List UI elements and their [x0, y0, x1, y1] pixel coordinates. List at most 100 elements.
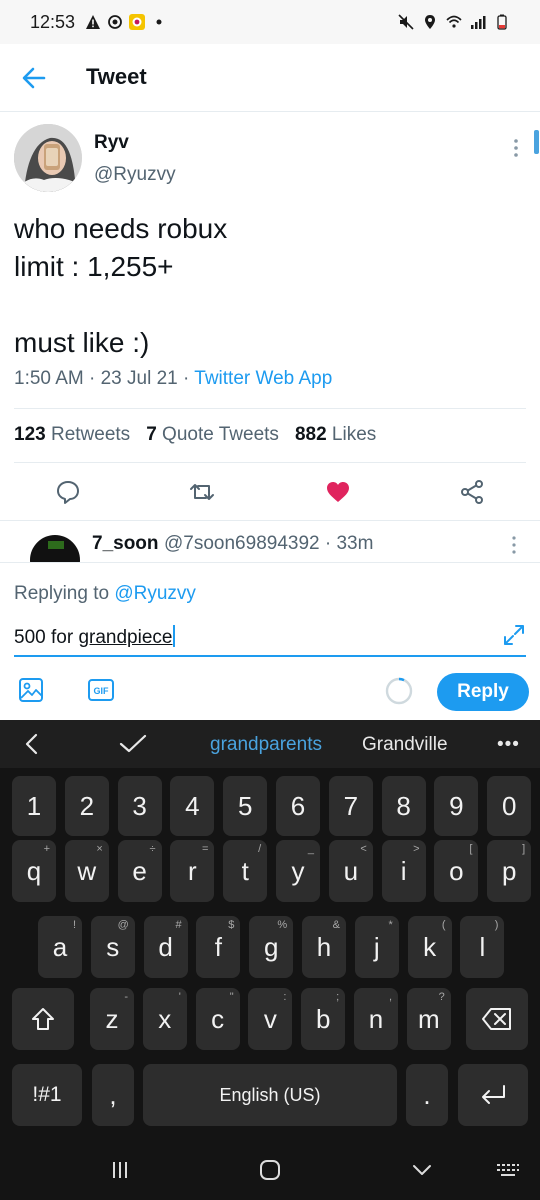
retweet-icon: [190, 484, 214, 500]
checkmark-icon[interactable]: [118, 732, 148, 756]
more-options-icon[interactable]: [510, 136, 522, 160]
reply-action-button[interactable]: [54, 478, 82, 506]
backspace-key[interactable]: [466, 988, 528, 1050]
key-e[interactable]: e ÷: [117, 840, 162, 902]
key-label: r: [188, 855, 197, 886]
comma-key[interactable]: ,: [92, 1064, 134, 1126]
reply-avatar[interactable]: [30, 535, 80, 563]
reply-button[interactable]: Reply: [437, 673, 529, 711]
key-9[interactable]: 9: [434, 776, 479, 836]
key-w[interactable]: w ×: [64, 840, 109, 902]
key-z[interactable]: z-: [90, 988, 134, 1050]
key-c[interactable]: c ": [195, 988, 240, 1050]
key-g[interactable]: g%: [249, 916, 294, 978]
retweet-action-button[interactable]: [188, 478, 216, 506]
key-label: c: [211, 1003, 225, 1034]
key-t[interactable]: t /: [223, 840, 268, 902]
more-options-icon[interactable]: [508, 535, 520, 555]
shift-key[interactable]: [12, 988, 74, 1050]
key-5[interactable]: 5: [223, 776, 268, 836]
keyboard-icon[interactable]: [496, 1158, 520, 1182]
like-action-button[interactable]: [324, 478, 352, 506]
key-a[interactable]: a!: [38, 916, 82, 978]
key-x[interactable]: x ': [142, 988, 187, 1050]
suggestion-1[interactable]: grandparents: [210, 734, 322, 756]
share-action-button[interactable]: [458, 478, 486, 506]
key-hint: -: [124, 991, 128, 1003]
chevron-down-icon[interactable]: [410, 1158, 434, 1182]
enter-icon: [482, 1085, 505, 1104]
tweet-source-link[interactable]: Twitter Web App: [194, 368, 332, 389]
key-0[interactable]: 0: [487, 776, 532, 836]
expand-icon[interactable]: [502, 623, 526, 647]
key-k[interactable]: k(: [407, 916, 452, 978]
key-n[interactable]: n,: [354, 988, 398, 1050]
key-2[interactable]: 2: [64, 776, 109, 836]
key-hint: ]: [522, 843, 526, 855]
dot-icon: [151, 14, 167, 30]
key-6[interactable]: 6: [276, 776, 320, 836]
key-3[interactable]: 3: [117, 776, 162, 836]
reply-input[interactable]: 500 for grandpiece: [14, 621, 526, 657]
gif-icon[interactable]: GIF: [88, 679, 114, 701]
image-icon[interactable]: [18, 677, 44, 703]
status-time: 12:53: [30, 11, 76, 32]
likes-stat[interactable]: 882 Likes: [295, 424, 376, 446]
reply-tweet-row[interactable]: 7_soon @7soon69894392 · 33m: [0, 521, 540, 563]
symbols-key[interactable]: !#1: [12, 1064, 82, 1126]
key-p[interactable]: p]: [487, 840, 532, 902]
key-b[interactable]: b;: [301, 988, 346, 1050]
key-hint: &: [332, 919, 340, 931]
enter-key[interactable]: [458, 1064, 528, 1126]
key-u[interactable]: u <: [328, 840, 373, 902]
key-label: q: [26, 855, 42, 886]
autocorrect-word: grandpiece: [78, 627, 173, 648]
author-handle[interactable]: @Ryuzvy: [94, 164, 176, 186]
battery-icon: [494, 14, 510, 30]
period-key[interactable]: .: [406, 1064, 448, 1126]
key-hint: >: [413, 843, 420, 855]
quote-tweets-stat[interactable]: 7 Quote Tweets: [146, 424, 279, 446]
mute-icon: [398, 14, 414, 30]
author-name[interactable]: Ryv: [94, 132, 129, 154]
more-suggestions-button[interactable]: •••: [497, 734, 520, 756]
retweets-stat[interactable]: 123 Retweets: [14, 424, 130, 446]
suggestion-2[interactable]: Grandville: [362, 734, 448, 756]
key-o[interactable]: o[: [434, 840, 479, 902]
key-v[interactable]: v:: [248, 988, 293, 1050]
key-4[interactable]: 4: [170, 776, 215, 836]
key-j[interactable]: j *: [354, 916, 399, 978]
key-label: 4: [185, 790, 200, 821]
chevron-left-icon[interactable]: [22, 732, 42, 756]
key-label: w: [77, 855, 97, 886]
key-q[interactable]: q +: [12, 840, 56, 902]
replying-to-mention[interactable]: @Ryuzvy: [114, 583, 196, 604]
home-icon[interactable]: [258, 1158, 282, 1182]
key-i[interactable]: i >: [381, 840, 426, 902]
key-d[interactable]: d #: [143, 916, 188, 978]
key-label: y: [291, 855, 305, 886]
key-label: 1: [26, 790, 42, 821]
key-f[interactable]: f $: [196, 916, 241, 978]
status-bar: 12:53: [0, 0, 540, 44]
author-avatar[interactable]: [14, 124, 82, 192]
tweet-stats: 123 Retweets 7 Quote Tweets 882 Likes: [14, 424, 376, 446]
back-arrow-icon[interactable]: [20, 64, 48, 92]
key-label: t: [241, 855, 249, 886]
key-label: f: [214, 931, 222, 962]
key-h[interactable]: h &: [302, 916, 346, 978]
key-label: 3: [132, 790, 147, 821]
tweet-date: 23 Jul 21: [100, 368, 178, 389]
key-7[interactable]: 7: [328, 776, 373, 836]
key-m[interactable]: m?: [406, 988, 451, 1050]
key-8[interactable]: 8: [381, 776, 426, 836]
key-y[interactable]: y _: [276, 840, 320, 902]
recent-apps-icon[interactable]: [108, 1158, 132, 1182]
key-s[interactable]: s @: [90, 916, 135, 978]
sync-icon: [107, 14, 123, 30]
compose-toolbar: GIF Reply: [0, 673, 540, 717]
key-r[interactable]: r =: [170, 840, 215, 902]
space-key[interactable]: English (US): [143, 1064, 397, 1126]
key-l[interactable]: l): [460, 916, 505, 978]
key-1[interactable]: 1: [12, 776, 56, 836]
